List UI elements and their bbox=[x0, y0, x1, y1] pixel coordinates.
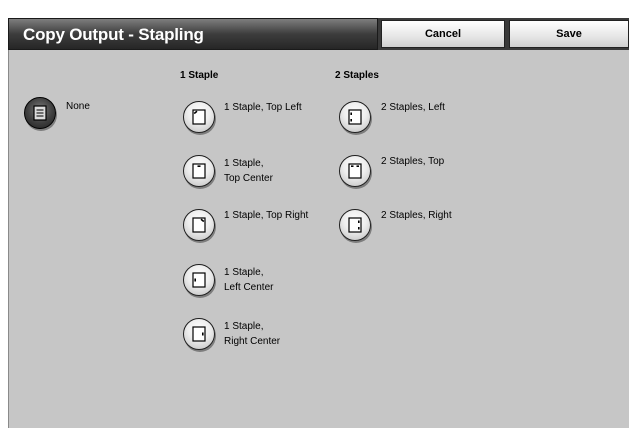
one-staple-heading: 1 Staple bbox=[180, 70, 219, 81]
staple-right-center-icon bbox=[192, 326, 206, 342]
two-staples-right-label: 2 Staples, Right bbox=[381, 210, 452, 221]
main-panel bbox=[8, 18, 629, 428]
staple-top-right-icon bbox=[192, 217, 206, 233]
staple-top-center-button[interactable] bbox=[183, 155, 215, 187]
two-staples-left-label: 2 Staples, Left bbox=[381, 102, 445, 113]
staple-right-center-button[interactable] bbox=[183, 318, 215, 350]
two-staples-top-label: 2 Staples, Top bbox=[381, 156, 445, 167]
none-option-button[interactable] bbox=[24, 97, 56, 129]
two-staples-top-icon bbox=[348, 163, 362, 179]
save-button[interactable]: Save bbox=[509, 20, 629, 48]
two-staples-heading: 2 Staples bbox=[335, 70, 379, 81]
two-staples-right-icon bbox=[348, 217, 362, 233]
staple-top-center-label: 1 Staple, Top Center bbox=[224, 158, 273, 184]
staple-top-left-button[interactable] bbox=[183, 101, 215, 133]
staple-top-right-label: 1 Staple, Top Right bbox=[224, 210, 309, 221]
none-option-label: None bbox=[66, 101, 90, 112]
staple-left-center-icon bbox=[192, 272, 206, 288]
staple-left-center-button[interactable] bbox=[183, 264, 215, 296]
staple-top-left-label: 1 Staple, Top Left bbox=[224, 102, 302, 113]
staple-top-right-button[interactable] bbox=[183, 209, 215, 241]
two-staples-right-button[interactable] bbox=[339, 209, 371, 241]
staple-top-center-icon bbox=[192, 163, 206, 179]
two-staples-top-button[interactable] bbox=[339, 155, 371, 187]
staple-left-center-label: 1 Staple, Left Center bbox=[224, 267, 274, 293]
two-staples-left-icon bbox=[348, 109, 362, 125]
title-bar: Copy Output - Stapling bbox=[8, 18, 378, 50]
page-title: Copy Output - Stapling bbox=[23, 25, 204, 44]
page-icon bbox=[33, 105, 47, 121]
staple-right-center-label: 1 Staple, Right Center bbox=[224, 321, 281, 347]
cancel-button[interactable]: Cancel bbox=[381, 20, 505, 48]
staple-top-left-icon bbox=[192, 109, 206, 125]
two-staples-left-button[interactable] bbox=[339, 101, 371, 133]
